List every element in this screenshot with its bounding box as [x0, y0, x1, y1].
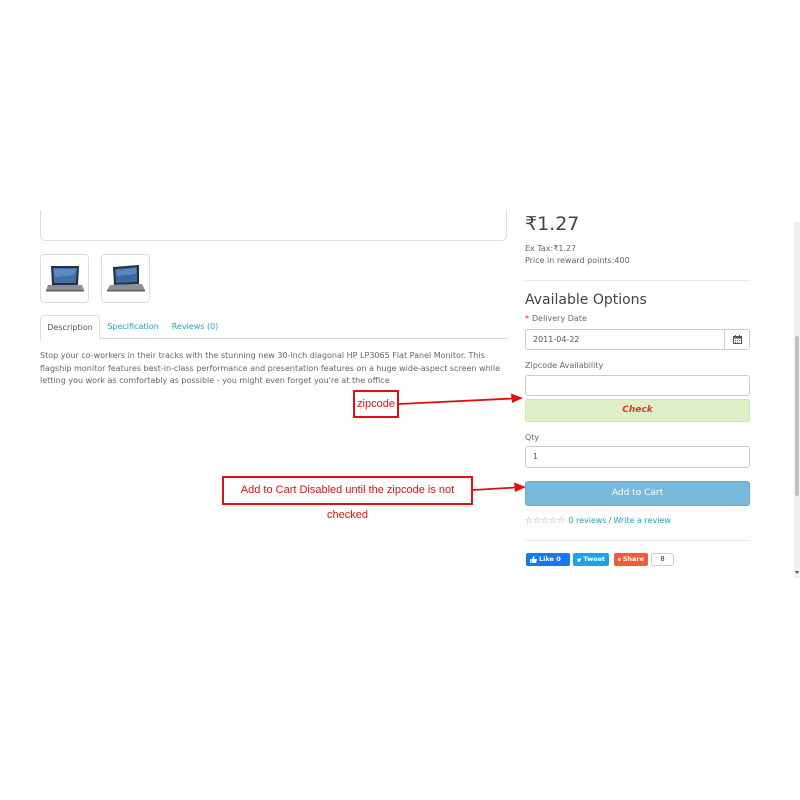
laptop-image	[106, 264, 145, 291]
required-mark: *	[525, 314, 529, 323]
divider	[525, 540, 750, 541]
reward-points: Price in reward points:400	[525, 256, 630, 265]
add-to-cart-annotation: Add to Cart Disabled until the zipcode i…	[222, 476, 473, 521]
check-zipcode-button[interactable]: Check	[525, 399, 750, 422]
delivery-date-label-text: Delivery Date	[532, 314, 587, 323]
delivery-date-label: * Delivery Date	[525, 314, 587, 324]
zipcode-arrow-line	[398, 397, 514, 405]
delivery-date-input[interactable]: 2011-04-22	[525, 329, 725, 350]
thumbs-up-icon	[530, 556, 537, 563]
facebook-like-label: Like 0	[539, 555, 561, 563]
product-tabs: Description Specification Reviews (0)	[40, 315, 507, 340]
rating-stars-icon: ☆☆☆☆☆	[525, 516, 566, 526]
tab-description[interactable]: Description	[40, 315, 100, 340]
scroll-down-arrow-icon[interactable]	[795, 571, 799, 574]
calendar-icon	[732, 335, 742, 344]
share-button[interactable]: Share	[614, 553, 648, 566]
review-separator: /	[608, 516, 612, 525]
tab-reviews[interactable]: Reviews (0)	[168, 315, 222, 339]
review-summary: ☆☆☆☆☆ 0 reviews / Write a review	[525, 516, 671, 526]
add-to-cart-button[interactable]: Add to Cart	[525, 481, 750, 506]
zipcode-label: Zipcode Availability	[525, 361, 604, 370]
qty-input[interactable]: 1	[525, 446, 750, 468]
twitter-bird-icon	[577, 557, 582, 562]
share-label: Share	[622, 555, 644, 563]
tweet-button[interactable]: Tweet	[573, 553, 609, 566]
product-thumbnail-2[interactable]	[101, 254, 150, 303]
plus-share-icon	[618, 558, 621, 561]
calendar-button[interactable]	[724, 329, 750, 350]
tab-specification[interactable]: Specification	[104, 315, 162, 339]
qty-label: Qty	[525, 433, 540, 442]
product-thumbnail-1[interactable]	[40, 254, 89, 303]
product-price: ₹1.27	[525, 213, 580, 235]
facebook-like-button[interactable]: Like 0	[526, 553, 570, 566]
zipcode-arrow-head	[511, 393, 523, 403]
reviews-count-link[interactable]: 0 reviews	[568, 516, 606, 526]
write-review-link[interactable]: Write a review	[613, 516, 671, 526]
scrollbar-thumb[interactable]	[795, 336, 799, 496]
laptop-image	[45, 265, 84, 291]
tweet-label: Tweet	[583, 555, 605, 563]
cart-arrow-line	[472, 486, 517, 491]
divider	[525, 280, 750, 281]
product-description: Stop your co-workers in their tracks wit…	[40, 351, 501, 385]
share-count-badge: 8	[651, 553, 674, 566]
main-product-image-frame[interactable]	[40, 210, 507, 241]
zipcode-input[interactable]	[525, 375, 750, 396]
ex-tax-price: Ex Tax:₹1.27	[525, 244, 577, 253]
zipcode-annotation: zipcode	[353, 390, 399, 418]
options-heading: Available Options	[525, 292, 647, 308]
